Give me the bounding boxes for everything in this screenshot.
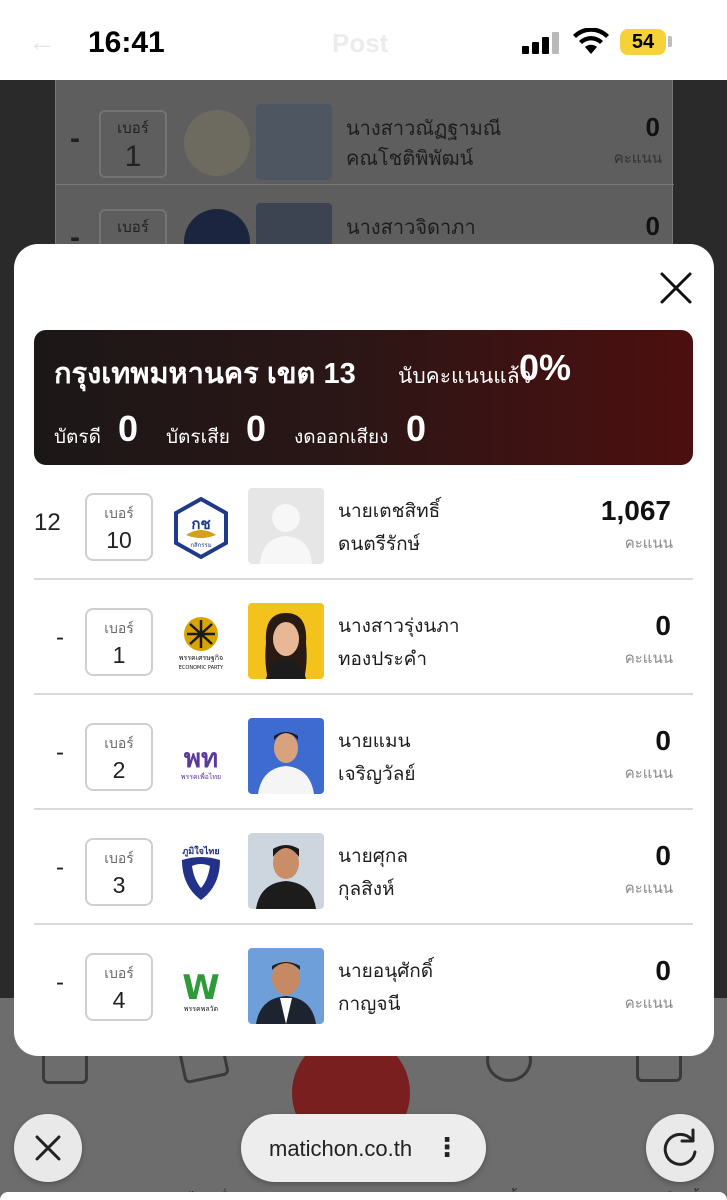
party-logo-icon [184, 110, 250, 176]
reload-button[interactable] [646, 1114, 714, 1182]
candidate-photo [248, 948, 324, 1024]
bad-ballots-value: 0 [246, 408, 267, 449]
cellular-signal-icon [522, 32, 562, 54]
url-text: matichon.co.th [269, 1136, 413, 1161]
background-score: 0 [645, 211, 660, 241]
close-icon[interactable] [656, 268, 696, 308]
battery-icon: 54 [620, 29, 666, 55]
number-label: เบอร์ [104, 620, 134, 636]
district-title: กรุงเทพมหานคร เขต 13 [54, 358, 356, 390]
kasikorn-party-logo-icon: กช กสิกรรม [174, 496, 228, 560]
number-value: 1 [124, 140, 142, 173]
status-time: 16:41 [88, 26, 165, 59]
candidate-rank: 12 [34, 509, 61, 536]
candidate-number-box: เบอร์ 1 [85, 608, 153, 676]
candidate-photo [248, 718, 324, 794]
svg-text:พรรคเศรษฐกิจ: พรรคเศรษฐกิจ [179, 654, 223, 662]
svg-text:ECONOMIC PARTY: ECONOMIC PARTY [179, 665, 224, 671]
candidate-score: 0 [655, 955, 671, 986]
candidate-score: 0 [655, 610, 671, 641]
person-placeholder-icon [260, 504, 312, 564]
score-label: คะแนน [624, 995, 673, 1012]
score-label: คะแนน [624, 765, 673, 782]
candidate-name: นายศุกล กุลสิงห์ [338, 846, 408, 900]
svg-text:พรรคพลวัต: พรรคพลวัต [184, 1005, 219, 1013]
good-ballots-label: บัตรดี [54, 427, 101, 448]
candidate-list: 12 เบอร์ 10 กช กสิกรรม นายเตชสิทธิ์ ดนตร… [34, 465, 693, 1040]
bottom-sheet-edge [0, 1192, 727, 1200]
candidate-photo [248, 833, 324, 909]
status-bar: ← 16:41 Post 54 [0, 0, 727, 80]
svg-text:กสิกรรม: กสิกรรม [190, 542, 211, 549]
candidate-name: นายเตชสิทธิ์ ดนตรีรักษ์ [338, 501, 441, 555]
palang-wat-logo-icon: W พรรคพลวัต [182, 968, 220, 1013]
number-value: 2 [112, 757, 126, 783]
candidate-number-box: เบอร์ 3 [85, 838, 153, 906]
background-score-label: คะแนน [613, 150, 662, 167]
page-title: Post [332, 28, 389, 58]
close-tab-button[interactable] [14, 1114, 82, 1182]
reload-icon [663, 1128, 697, 1166]
svg-text:W: W [182, 968, 220, 1008]
counted-percentage: 0% [519, 347, 572, 388]
number-label: เบอร์ [104, 735, 134, 751]
number-value: 10 [106, 527, 132, 553]
results-modal: กรุงเทพมหานคร เขต 13 นับคะแนนแล้ว 0% บัต… [14, 244, 714, 1056]
no-vote-value: 0 [406, 408, 427, 449]
close-icon [35, 1135, 61, 1161]
candidate-name: นายแมน เจริญวัลย์ [338, 731, 416, 785]
number-label: เบอร์ [117, 219, 149, 236]
background-rank: - [70, 122, 80, 155]
bhumjaithai-logo-icon: ภูมิใจไทย [182, 845, 220, 900]
economic-party-logo-icon: พรรคเศรษฐกิจ ECONOMIC PARTY [179, 617, 224, 671]
score-label: คะแนน [624, 650, 673, 667]
background-row: - เบอร์ 1 นางสาวณัฏฐามณี คณโชติพิพัฒน์ 0… [56, 86, 674, 184]
svg-text:พท: พท [184, 744, 218, 774]
number-value: 1 [112, 642, 126, 668]
candidate-score: 1,067 [600, 495, 671, 526]
pheu-thai-logo-icon: พท พรรคเพื่อไทย [181, 744, 221, 781]
number-label: เบอร์ [104, 965, 134, 981]
good-ballots-value: 0 [118, 408, 139, 449]
number-label: เบอร์ [104, 505, 134, 521]
background-score: 0 [645, 112, 660, 142]
svg-text:ภูมิใจไทย: ภูมิใจไทย [182, 845, 219, 857]
number-label: เบอร์ [104, 850, 134, 866]
bad-ballots-label: บัตรเสีย [166, 427, 230, 448]
candidate-row[interactable]: - เบอร์ 1 พรรคเศรษฐกิจ ECONOMIC PARTY นา… [34, 580, 693, 695]
background-candidate-name: นางสาวณัฏฐามณี คณโชติพิพัฒน์ [346, 118, 502, 170]
more-options-icon[interactable]: ⋮ [434, 1132, 460, 1163]
score-label: คะแนน [624, 535, 673, 552]
number-value: 3 [112, 872, 126, 898]
svg-text:พรรคเพื่อไทย: พรรคเพื่อไทย [181, 772, 221, 781]
back-arrow-icon: ← [28, 26, 56, 57]
counted-label: นับคะแนนแล้ว [398, 365, 532, 388]
browser-toolbar: matichon.co.th ⋮ [0, 1100, 727, 1200]
candidate-number-box: เบอร์ 10 [85, 493, 153, 561]
candidate-name: นายอนุศักดิ์ กาญจนี [338, 961, 434, 1015]
district-summary-header: กรุงเทพมหานคร เขต 13 นับคะแนนแล้ว 0% บัต… [34, 330, 693, 465]
candidate-photo [248, 603, 324, 679]
battery-tip [668, 36, 672, 47]
background-candidate-name: นางสาวจิดาภา [346, 217, 476, 239]
candidate-score: 0 [655, 725, 671, 756]
candidate-row[interactable]: - เบอร์ 2 พท พรรคเพื่อไทย นายแมน เจริญวั… [34, 695, 693, 810]
url-bar[interactable]: matichon.co.th ⋮ [241, 1114, 486, 1182]
candidate-score: 0 [655, 840, 671, 871]
candidate-row[interactable]: 12 เบอร์ 10 กช กสิกรรม นายเตชสิทธิ์ ดนตร… [34, 465, 693, 580]
number-value: 4 [112, 987, 126, 1013]
candidate-photo [256, 104, 332, 180]
wifi-icon [573, 28, 609, 54]
candidate-row[interactable]: - เบอร์ 4 W พรรคพลวัต นายอนุศักดิ์ กาญจน… [34, 925, 693, 1040]
candidate-name: นางสาวรุ่งนภา ทองประคำ [338, 616, 460, 670]
candidate-row[interactable]: - เบอร์ 3 ภูมิใจไทย นายศุกล กุลสิงห์ 0 ค… [34, 810, 693, 925]
candidate-number-box: เบอร์ 4 [85, 953, 153, 1021]
no-vote-label: งดออกเสียง [294, 427, 389, 448]
number-label: เบอร์ [117, 120, 149, 137]
candidate-number-box: เบอร์ 2 [85, 723, 153, 791]
background-number-box: เบอร์ 1 [99, 110, 167, 178]
score-label: คะแนน [624, 880, 673, 897]
candidate-photo-placeholder [248, 488, 324, 564]
